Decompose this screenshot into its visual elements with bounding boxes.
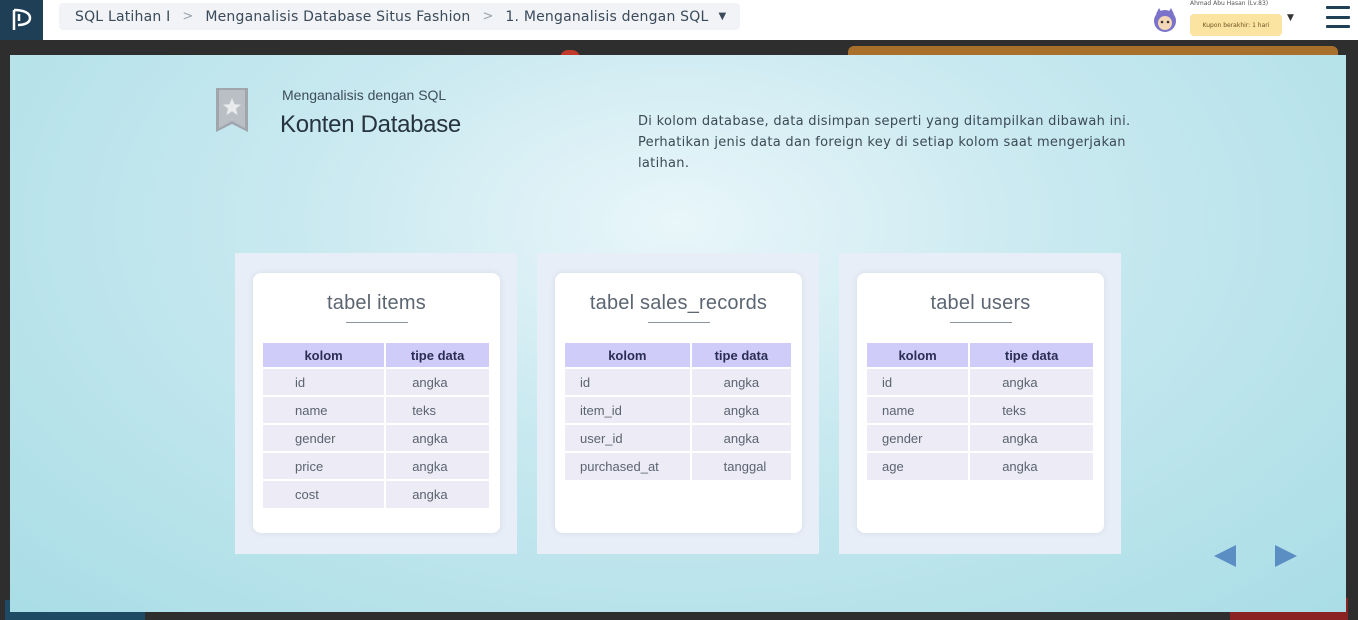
data-type: angka — [689, 395, 791, 424]
column-header: kolom — [867, 343, 970, 368]
avatar[interactable] — [1150, 5, 1180, 35]
data-type: angka — [384, 479, 489, 508]
table-row: id angka — [263, 367, 489, 396]
column-header: tipe data — [968, 343, 1093, 368]
column-name: name — [263, 395, 386, 424]
table-row: gender angka — [867, 423, 1093, 452]
title-underline — [647, 322, 710, 323]
column-name: name — [867, 395, 970, 424]
table-row: purchased_at tanggal — [565, 451, 791, 480]
column-header: kolom — [565, 343, 691, 368]
hamburger-menu-icon[interactable] — [1326, 6, 1350, 28]
schema-table: kolom tipe data id angka item_id angka u… — [565, 343, 791, 480]
column-name: id — [565, 367, 691, 396]
table-row: name teks — [867, 395, 1093, 424]
table-panel-items: tabel items kolom tipe data id angka nam… — [235, 253, 517, 554]
table-row: id angka — [867, 367, 1093, 396]
prev-arrow-icon[interactable] — [1212, 544, 1238, 568]
table-title: tabel sales_records — [589, 292, 768, 314]
schema-table: kolom tipe data id angka name teks gende… — [263, 343, 489, 508]
table-row: name teks — [263, 395, 489, 424]
slide-subtitle: Menganalisis dengan SQL — [282, 87, 447, 103]
breadcrumb-lesson[interactable]: 1. Menganalisis dengan SQL — [505, 9, 708, 25]
slide-description: Di kolom database, data disimpan seperti… — [638, 114, 1131, 171]
data-type: teks — [968, 395, 1093, 424]
column-name: age — [867, 451, 970, 480]
table-row: cost angka — [263, 479, 489, 508]
table-title: tabel items — [327, 292, 426, 314]
column-name: id — [263, 367, 386, 396]
data-type: angka — [384, 423, 489, 452]
column-name: user_id — [565, 423, 691, 452]
chevron-right-icon: > — [482, 9, 494, 24]
next-arrow-icon[interactable] — [1273, 544, 1299, 568]
table-row: age angka — [867, 451, 1093, 480]
column-header: kolom — [263, 343, 386, 368]
table-card: tabel items kolom tipe data id angka nam… — [253, 273, 500, 533]
column-name: cost — [263, 479, 386, 508]
schema-table: kolom tipe data id angka name teks gende… — [867, 343, 1093, 480]
user-name: Ahmad Abu Hasan (Lv.83) — [1190, 0, 1269, 7]
table-panel-sales-records: tabel sales_records kolom tipe data id a… — [537, 253, 819, 554]
table-header-row: kolom tipe data — [263, 343, 489, 368]
slide: Menganalisis dengan SQL Konten Database … — [10, 55, 1346, 612]
table-header-row: kolom tipe data — [867, 343, 1093, 368]
table-panel-users: tabel users kolom tipe data id angka nam… — [839, 253, 1121, 554]
title-underline — [949, 322, 1012, 323]
table-title: tabel users — [930, 292, 1031, 314]
column-name: gender — [263, 423, 386, 452]
data-type: angka — [968, 367, 1093, 396]
data-type: angka — [384, 367, 489, 396]
table-row: id angka — [565, 367, 791, 396]
breadcrumb-course[interactable]: SQL Latihan I — [75, 9, 170, 25]
column-name: item_id — [565, 395, 691, 424]
table-header-row: kolom tipe data — [565, 343, 791, 368]
table-row: gender angka — [263, 423, 489, 452]
column-name: purchased_at — [565, 451, 691, 480]
table-row: item_id angka — [565, 395, 791, 424]
column-name: gender — [867, 423, 970, 452]
column-name: price — [263, 451, 386, 480]
column-name: id — [867, 367, 970, 396]
title-underline — [345, 322, 408, 323]
table-card: tabel users kolom tipe data id angka nam… — [857, 273, 1104, 533]
chevron-down-icon[interactable]: ▼ — [718, 11, 726, 22]
table-card: tabel sales_records kolom tipe data id a… — [555, 273, 802, 533]
bookmark-star-icon — [216, 88, 248, 132]
progate-logo-icon[interactable] — [0, 0, 43, 40]
breadcrumb-chapter[interactable]: Menganalisis Database Situs Fashion — [205, 9, 470, 25]
table-row: price angka — [263, 451, 489, 480]
top-bar: SQL Latihan I > Menganalisis Database Si… — [0, 0, 1358, 40]
data-type: angka — [384, 451, 489, 480]
chevron-right-icon: > — [182, 9, 194, 24]
column-header: tipe data — [384, 343, 489, 368]
data-type: angka — [689, 367, 791, 396]
data-type: teks — [384, 395, 489, 424]
data-type: tanggal — [689, 451, 791, 480]
slide-title: Konten Database — [280, 111, 461, 138]
table-row: user_id angka — [565, 423, 791, 452]
breadcrumb: SQL Latihan I > Menganalisis Database Si… — [59, 3, 741, 30]
column-header: tipe data — [689, 343, 791, 368]
user-menu[interactable]: Ahmad Abu Hasan (Lv.83) Kupon berakhir: … — [1150, 0, 1300, 40]
data-type: angka — [968, 451, 1093, 480]
chevron-down-icon[interactable]: ▼ — [1287, 13, 1294, 23]
coupon-badge: Kupon berakhir: 1 hari — [1190, 14, 1282, 36]
data-type: angka — [968, 423, 1093, 452]
data-type: angka — [689, 423, 791, 452]
